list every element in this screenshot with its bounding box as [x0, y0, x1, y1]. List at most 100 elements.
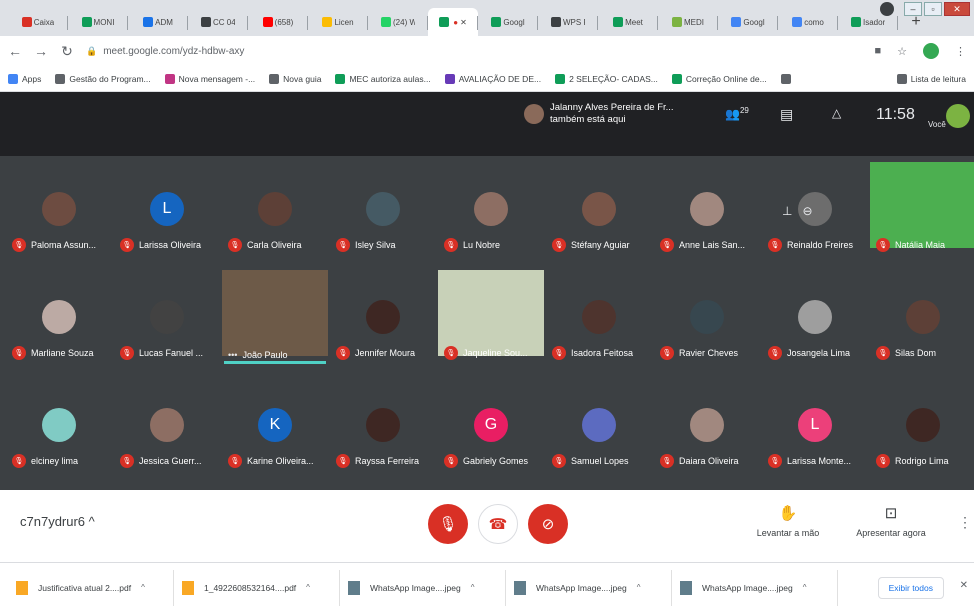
more-options-icon[interactable]: ⋮ — [958, 514, 972, 531]
participant-tile[interactable]: 🎙 Josangela Lima — [762, 270, 868, 366]
extension-icon[interactable] — [923, 43, 939, 59]
participant-name: Daiara Oliveira — [679, 456, 739, 466]
minimize-button[interactable]: – — [904, 2, 922, 16]
participant-tile[interactable]: 🎙 Natália Maia — [870, 162, 974, 258]
mic-muted-icon: 🎙 — [552, 454, 566, 468]
download-item[interactable]: WhatsApp Image....jpeg ^ — [506, 569, 672, 606]
browser-tab[interactable]: ● ✕ — [428, 8, 478, 36]
pin-icon[interactable]: ⊥ — [782, 204, 792, 218]
browser-tab[interactable]: MONI — [68, 8, 128, 36]
participant-tile[interactable]: 🎙 Lucas Fanuel ... — [114, 270, 220, 366]
bookmark-item[interactable]: Correção Online de... — [671, 73, 767, 84]
activities-icon[interactable]: △ — [832, 106, 841, 120]
participant-tile[interactable]: ⊥ ⊖ 🎙 Reinaldo Freires — [762, 162, 868, 258]
browser-tab[interactable]: Meet — [598, 8, 658, 36]
browser-tab[interactable]: (658) — [248, 8, 308, 36]
mic-muted-icon: 🎙 — [12, 238, 26, 252]
participant-tile[interactable]: 🎙 Paloma Assun... — [6, 162, 112, 258]
participant-tile[interactable]: 🎙 Stéfany Aguiar — [546, 162, 652, 258]
participant-tile[interactable]: 🎙 Isley Silva — [330, 162, 436, 258]
camera-indicator-icon[interactable]: ■ — [874, 45, 881, 57]
download-item[interactable]: WhatsApp Image....jpeg ^ — [340, 569, 506, 606]
self-avatar[interactable] — [946, 104, 970, 128]
participant-tile[interactable]: 🎙 Rayssa Ferreira — [330, 378, 436, 474]
browser-tab[interactable]: Googl — [478, 8, 538, 36]
download-item[interactable]: 1_4922608532164....pdf ^ — [174, 569, 340, 606]
participant-tile[interactable]: 🎙 Samuel Lopes — [546, 378, 652, 474]
browser-tab[interactable]: WPS F — [538, 8, 598, 36]
bookmark-label: Gestão do Program... — [69, 73, 151, 84]
browser-tab[interactable]: Caixa — [8, 8, 68, 36]
tab-label: Googl — [503, 17, 525, 27]
participant-tile[interactable]: 🎙 Jennifer Moura — [330, 270, 436, 366]
participant-tile[interactable]: 🎙 Lu Nobre — [438, 162, 544, 258]
browser-tab[interactable]: Googl — [718, 8, 778, 36]
camera-toggle-button[interactable]: ⊘ — [528, 504, 568, 544]
participant-tile[interactable]: 🎙 Carla Oliveira — [222, 162, 328, 258]
profile-icon[interactable] — [880, 2, 894, 16]
mic-toggle-button[interactable]: 🎙 — [428, 504, 468, 544]
bookmark-item[interactable]: AVALIAÇÃO DE DE... — [444, 73, 541, 84]
browser-tab[interactable]: ADM — [128, 8, 188, 36]
browser-tab[interactable]: Licen — [308, 8, 368, 36]
participant-tile[interactable]: G 🎙 Gabriely Gomes — [438, 378, 544, 474]
participant-tile[interactable]: 🎙 Marliane Souza — [6, 270, 112, 366]
close-tab-icon[interactable]: ✕ — [460, 18, 467, 27]
bookmark-item[interactable]: MEC autoriza aulas... — [335, 73, 431, 84]
browser-tab[interactable]: MEDI — [658, 8, 718, 36]
close-window-button[interactable]: ✕ — [944, 2, 970, 16]
participant-tile[interactable]: ••• João Paulo — [222, 270, 328, 366]
participant-name: Karine Oliveira... — [247, 456, 314, 466]
participant-tile[interactable]: 🎙 Anne Lais San... — [654, 162, 760, 258]
reload-icon[interactable]: ↻ — [60, 43, 74, 60]
bookmark-item[interactable]: 2 SELEÇÃO- CADAS... — [555, 73, 658, 84]
star-icon[interactable]: ☆ — [897, 45, 907, 58]
participant-tile[interactable]: 🎙 Isadora Feitosa — [546, 270, 652, 366]
back-icon[interactable]: ← — [8, 43, 22, 59]
chevron-up-icon[interactable]: ^ — [471, 583, 475, 592]
browser-tab[interactable]: (24) W — [368, 8, 428, 36]
participant-tile[interactable]: 🎙 elciney lima — [6, 378, 112, 474]
download-item[interactable]: Justificativa atual 2....pdf ^ — [8, 569, 174, 606]
participant-tile[interactable]: 🎙 Ravier Cheves — [654, 270, 760, 366]
participant-tile[interactable]: 🎙 Jaqueline Sou... — [438, 270, 544, 366]
chevron-up-icon[interactable]: ^ — [141, 583, 145, 592]
browser-tab[interactable]: como — [778, 8, 838, 36]
tab-label: Licen — [334, 17, 354, 27]
participant-namebar: 🎙 Ravier Cheves — [660, 346, 738, 360]
forward-icon[interactable]: → — [34, 43, 48, 59]
chevron-up-icon[interactable]: ^ — [306, 583, 310, 592]
chevron-up-icon[interactable]: ^ — [803, 583, 807, 592]
show-all-downloads-button[interactable]: Exibir todos — [877, 576, 944, 599]
reading-list-button[interactable]: Lista de leitura — [896, 73, 966, 84]
participant-tile[interactable]: L 🎙 Larissa Oliveira — [114, 162, 220, 258]
chevron-up-icon[interactable]: ^ — [637, 583, 641, 592]
bookmark-item[interactable]: Nova guia — [269, 73, 321, 84]
bookmark-item[interactable] — [780, 73, 795, 84]
tab-label: ADM — [155, 17, 173, 27]
participant-tile[interactable]: L 🎙 Larissa Monte... — [762, 378, 868, 474]
participant-tile[interactable]: 🎙 Jessica Guerr... — [114, 378, 220, 474]
participant-tile[interactable]: 🎙 Silas Dom — [870, 270, 974, 366]
close-downloads-icon[interactable]: ✕ — [960, 580, 968, 591]
chat-icon[interactable]: ▤ — [780, 106, 793, 123]
leave-call-button[interactable]: ☎ — [478, 504, 518, 544]
maximize-button[interactable]: ▫ — [924, 2, 942, 16]
bookmark-item[interactable]: Apps — [8, 73, 41, 84]
present-now-button[interactable]: ⊡ Apresentar agora — [850, 504, 932, 538]
people-button[interactable]: 👥29 — [725, 106, 749, 121]
menu-icon[interactable]: ⋮ — [955, 45, 966, 58]
remove-icon[interactable]: ⊖ — [802, 204, 812, 218]
meeting-details-button[interactable]: c7n7ydrur6 ^ — [20, 514, 95, 529]
participant-tile[interactable]: 🎙 Rodrigo Lima — [870, 378, 974, 474]
bookmark-item[interactable]: Nova mensagem -... — [164, 73, 255, 84]
browser-tab[interactable]: CC 04 — [188, 8, 248, 36]
participant-tile[interactable]: 🎙 Daiara Oliveira — [654, 378, 760, 474]
participant-name: Anne Lais San... — [679, 240, 746, 250]
download-item[interactable]: WhatsApp Image....jpeg ^ — [672, 569, 838, 606]
participant-tile[interactable]: K 🎙 Karine Oliveira... — [222, 378, 328, 474]
raise-hand-button[interactable]: ✋ Levantar a mão — [752, 504, 824, 538]
url-field[interactable]: 🔒 meet.google.com/ydz-hdbw-axy — [86, 40, 862, 62]
bookmark-item[interactable]: Gestão do Program... — [55, 73, 151, 84]
tab-favicon-icon — [201, 17, 211, 27]
